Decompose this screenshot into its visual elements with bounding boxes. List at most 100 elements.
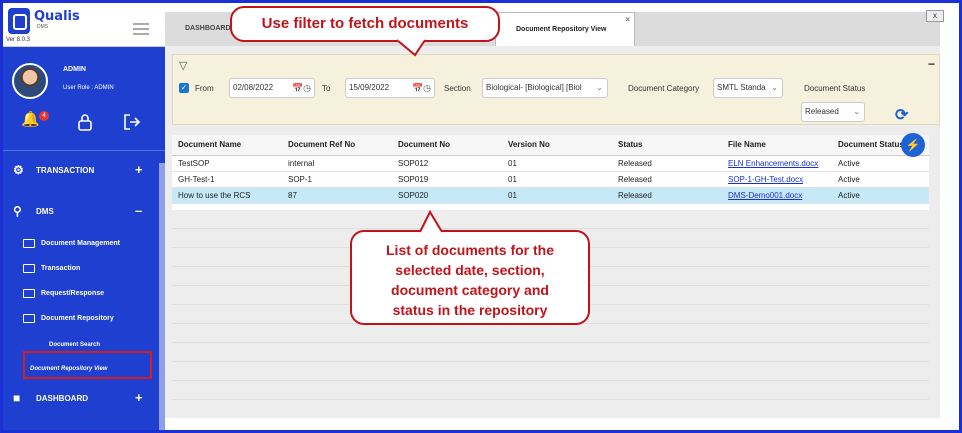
avatar[interactable] xyxy=(12,63,48,99)
nav-label: Document Search xyxy=(49,342,101,348)
nav-dashboard[interactable]: ■ DASHBOARD + xyxy=(3,383,165,413)
to-date-input[interactable]: 15/09/2022 📅◷ xyxy=(345,78,435,98)
nav-transaction-sub[interactable]: Transaction xyxy=(3,257,165,281)
cell: Active xyxy=(832,155,929,172)
file-link[interactable]: ELN Enhancements.docx xyxy=(728,159,818,168)
nav-dms[interactable]: ⚲ DMS – xyxy=(3,196,165,226)
expand-icon: + xyxy=(135,390,143,405)
nav-document-repository[interactable]: Document Repository xyxy=(3,307,165,331)
status-select[interactable]: Released ⌄ xyxy=(801,102,865,122)
from-checkbox[interactable]: ✓ xyxy=(179,83,189,93)
chevron-down-icon: ⌄ xyxy=(853,107,860,116)
nav-transaction[interactable]: ⚙ TRANSACTION + xyxy=(3,155,165,185)
category-select[interactable]: SMTL Standa ⌄ xyxy=(713,78,783,98)
callout-tail xyxy=(396,37,426,57)
collapse-icon: – xyxy=(135,203,143,218)
tab-dashboard[interactable]: DASHBOARD xyxy=(165,12,235,46)
sidebar: Qualis DMS Ver 8.0.3 ADMIN User Role : A… xyxy=(3,3,165,430)
calendar-clock-icon[interactable]: 📅◷ xyxy=(292,79,311,97)
cell: 01 xyxy=(502,187,612,204)
file-link[interactable]: SOP-1-GH-Test.docx xyxy=(728,175,803,184)
callout-list: List of documents for the selected date,… xyxy=(350,230,590,325)
notification-badge: 4 xyxy=(39,111,49,121)
to-date-value: 15/09/2022 xyxy=(349,83,390,92)
category-value: SMTL Standa xyxy=(717,83,766,92)
logout-icon[interactable] xyxy=(123,113,141,131)
nav-label: Request/Response xyxy=(41,290,105,297)
cell: internal xyxy=(282,155,392,172)
col-header[interactable]: Document Ref No xyxy=(282,135,392,156)
nav-request-response[interactable]: Request/Response xyxy=(3,282,165,306)
callout-line: document category and xyxy=(391,282,549,298)
cell: SOP-1 xyxy=(282,171,392,188)
table-row[interactable]: TestSOP internal SOP012 01 Released ELN … xyxy=(172,155,929,172)
file-link[interactable]: DMS-Demo001.docx xyxy=(728,191,802,200)
hamburger-menu-icon[interactable] xyxy=(133,23,149,38)
user-name: ADMIN xyxy=(63,66,86,73)
brand-header: Qualis DMS Ver 8.0.3 xyxy=(3,3,165,47)
callout-tail xyxy=(419,209,443,235)
folder-icon xyxy=(23,239,35,248)
col-header[interactable]: Document No xyxy=(392,135,502,156)
from-date-input[interactable]: 02/08/2022 📅◷ xyxy=(229,78,315,98)
nav-dashboard-label: DASHBOARD xyxy=(36,394,88,403)
chevron-down-icon: ⌄ xyxy=(596,83,603,92)
tab-document-repository-view[interactable]: Document Repository View × xyxy=(495,12,635,46)
table-row[interactable]: How to use the RCS 87 SOP020 01 Released… xyxy=(172,187,929,204)
nav-dms-label: DMS xyxy=(36,207,54,216)
callout-line: status in the repository xyxy=(392,302,548,318)
tab-label: Document Repository View xyxy=(516,26,607,33)
transaction-icon: ⚙ xyxy=(13,163,24,177)
table-row[interactable]: GH-Test-1 SOP-1 SOP019 01 Released SOP-1… xyxy=(172,171,929,188)
callout-line: selected date, section, xyxy=(395,262,545,278)
tab-close-icon[interactable]: × xyxy=(625,3,630,37)
folder-icon xyxy=(23,264,35,273)
person-icon: ⚲ xyxy=(13,204,22,218)
section-label: Section xyxy=(444,84,471,93)
col-header[interactable]: File Name xyxy=(722,135,832,156)
from-date-value: 02/08/2022 xyxy=(233,83,274,92)
brand-name: Qualis xyxy=(34,9,80,24)
active-nav-highlight xyxy=(23,351,152,379)
col-header[interactable]: Status xyxy=(612,135,722,156)
category-label: Document Category xyxy=(628,84,700,93)
calendar-clock-icon[interactable]: 📅◷ xyxy=(412,79,431,97)
to-label: To xyxy=(322,84,331,93)
cell: 87 xyxy=(282,187,392,204)
user-role: User Role : ADMIN xyxy=(63,85,114,91)
divider xyxy=(3,150,165,151)
cell: 01 xyxy=(502,155,612,172)
filter-panel: ▽ − ✓ From 02/08/2022 📅◷ To 15/09/2022 📅… xyxy=(172,54,940,125)
lightning-icon[interactable]: ⚡ xyxy=(901,133,925,157)
nav-label: Transaction xyxy=(41,265,81,272)
cell: Released xyxy=(612,171,722,188)
cell: SOP012 xyxy=(392,155,502,172)
window-close-button[interactable]: x xyxy=(926,10,944,22)
nav-label: Document Repository xyxy=(41,315,114,322)
qualis-logo-icon xyxy=(8,8,30,34)
collapse-button[interactable]: − xyxy=(928,57,935,71)
folder-icon xyxy=(23,289,35,298)
folder-icon xyxy=(23,314,35,323)
dashboard-icon: ■ xyxy=(13,391,21,405)
filter-icon[interactable]: ▽ xyxy=(179,59,187,72)
expand-icon: + xyxy=(135,162,143,177)
nav-transaction-label: TRANSACTION xyxy=(36,166,95,175)
col-header[interactable]: Document Name xyxy=(172,135,282,156)
nav-document-management[interactable]: Document Management xyxy=(3,232,165,256)
nav-label: Document Management xyxy=(41,240,120,247)
refresh-icon[interactable]: ⟳ xyxy=(895,105,908,125)
cell: ELN Enhancements.docx xyxy=(722,155,832,172)
documents-table: Document Name Document Ref No Document N… xyxy=(172,135,929,210)
bell-icon[interactable]: 🔔 xyxy=(21,111,40,129)
cell: Active xyxy=(832,187,929,204)
cell: SOP019 xyxy=(392,171,502,188)
section-select[interactable]: Biological- [Biological] [Biol ⌄ xyxy=(482,78,608,98)
col-header[interactable]: Version No xyxy=(502,135,612,156)
brand-sub: DMS xyxy=(37,24,49,30)
lock-icon[interactable] xyxy=(76,113,94,131)
table-header-row: Document Name Document Ref No Document N… xyxy=(172,135,929,156)
cell: Released xyxy=(612,187,722,204)
app-version: Ver 8.0.3 xyxy=(6,37,31,43)
cell: SOP020 xyxy=(392,187,502,204)
